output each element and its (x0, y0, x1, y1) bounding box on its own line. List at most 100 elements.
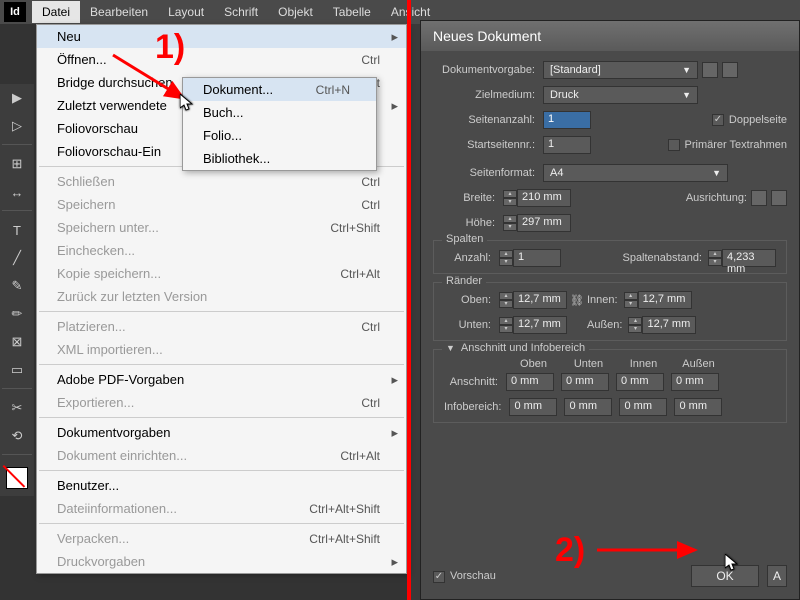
menu-doc-presets[interactable]: Dokumentvorgaben (37, 421, 406, 444)
disclosure-icon[interactable]: ▼ (446, 343, 455, 353)
slug-in[interactable]: 0 mm (619, 398, 667, 416)
frame-tool-icon[interactable]: ⊠ (2, 330, 32, 354)
menu-sep (39, 523, 404, 524)
tools-panel: ▶ ▷ ⊞ ↔ T ╱ ✎ ✏ ⊠ ▭ ✂ ⟲ (0, 84, 34, 496)
tool-separator (2, 144, 32, 146)
menu-neu[interactable]: Neu (37, 25, 406, 48)
bleed-legend: ▼Anschnitt und Infobereich (442, 342, 589, 354)
link-margins-icon[interactable]: ⛓ (567, 294, 587, 307)
menu-user[interactable]: Benutzer... (37, 474, 406, 497)
page-tool-icon[interactable]: ⊞ (2, 152, 32, 176)
bleed-top[interactable]: 0 mm (506, 373, 554, 391)
pages-input[interactable]: 1 (543, 111, 591, 129)
intent-select[interactable]: Druck▼ (543, 86, 698, 104)
submenu-buch[interactable]: Buch... (183, 101, 376, 124)
margin-inside-input[interactable]: ▴▾12,7 mm (624, 291, 692, 309)
bleed-out[interactable]: 0 mm (671, 373, 719, 391)
preview-checkbox[interactable]: ✓ (433, 571, 445, 583)
menu-package[interactable]: Verpacken...Ctrl+Alt+Shift (37, 527, 406, 550)
gap-tool-icon[interactable]: ↔ (2, 180, 32, 204)
colcount-label: Anzahl: (444, 252, 499, 264)
tool-separator (2, 454, 32, 456)
menu-layout[interactable]: Layout (158, 1, 214, 23)
menu-bearbeiten[interactable]: Bearbeiten (80, 1, 158, 23)
menu-tabelle[interactable]: Tabelle (323, 1, 381, 23)
annotation-1-label: 1) (155, 28, 185, 67)
primary-textframe-checkbox[interactable] (668, 139, 680, 151)
rectangle-tool-icon[interactable]: ▭ (2, 358, 32, 382)
width-label: Breite: (433, 192, 503, 204)
slug-bottom[interactable]: 0 mm (564, 398, 612, 416)
orient-label: Ausrichtung: (686, 192, 747, 204)
slug-out[interactable]: 0 mm (674, 398, 722, 416)
bleed-bottom[interactable]: 0 mm (561, 373, 609, 391)
dialog-title: Neues Dokument (421, 21, 799, 51)
hdr-in: Innen (616, 358, 671, 370)
height-label: Höhe: (433, 217, 503, 229)
menu-checkin[interactable]: Einchecken... (37, 239, 406, 262)
colcount-input[interactable]: ▴▾1 (499, 249, 561, 267)
bleed-in[interactable]: 0 mm (616, 373, 664, 391)
hdr-out: Außen (671, 358, 726, 370)
tool-separator (2, 388, 32, 390)
menu-objekt[interactable]: Objekt (268, 1, 323, 23)
tool-separator (2, 210, 32, 212)
menu-fileinfo[interactable]: Dateiinformationen...Ctrl+Alt+Shift (37, 497, 406, 520)
menu-savecopy[interactable]: Kopie speichern...Ctrl+Alt (37, 262, 406, 285)
line-tool-icon[interactable]: ╱ (2, 246, 32, 270)
height-input[interactable]: ▴▾297 mm (503, 214, 571, 232)
menu-doc-setup[interactable]: Dokument einrichten...Ctrl+Alt (37, 444, 406, 467)
fill-stroke-swatch[interactable] (2, 462, 32, 494)
margin-top-input[interactable]: ▴▾12,7 mm (499, 291, 567, 309)
portrait-icon[interactable] (751, 190, 767, 206)
landscape-icon[interactable] (771, 190, 787, 206)
startpage-input[interactable]: 1 (543, 136, 591, 154)
menu-revert[interactable]: Zurück zur letzten Version (37, 285, 406, 308)
facing-checkbox[interactable]: ✓ (712, 114, 724, 126)
menu-close[interactable]: SchließenCtrl (37, 170, 406, 193)
menu-datei[interactable]: Datei (32, 1, 80, 23)
bleed-slug-group: ▼Anschnitt und Infobereich Oben Unten In… (433, 349, 787, 423)
cursor-icon (180, 94, 194, 112)
menu-export[interactable]: Exportieren...Ctrl (37, 391, 406, 414)
pen-tool-icon[interactable]: ✎ (2, 274, 32, 298)
pencil-tool-icon[interactable]: ✏ (2, 302, 32, 326)
scissors-tool-icon[interactable]: ✂ (2, 396, 32, 420)
menu-save[interactable]: SpeichernCtrl (37, 193, 406, 216)
width-input[interactable]: ▴▾210 mm (503, 189, 571, 207)
type-tool-icon[interactable]: T (2, 218, 32, 242)
margin-outside-input[interactable]: ▴▾12,7 mm (628, 316, 696, 334)
menu-schrift[interactable]: Schrift (214, 1, 268, 23)
direct-select-tool-icon[interactable]: ▷ (2, 114, 32, 138)
slug-label: Infobereich: (444, 401, 509, 413)
pagesize-select[interactable]: A4▼ (543, 164, 728, 182)
cancel-button[interactable]: A (767, 565, 787, 587)
preset-select[interactable]: [Standard]▼ (543, 61, 698, 79)
menu-pdf-presets[interactable]: Adobe PDF-Vorgaben (37, 368, 406, 391)
margin-bottom-input[interactable]: ▴▾12,7 mm (499, 316, 567, 334)
submenu-dokument[interactable]: Dokument...Ctrl+N (183, 78, 376, 101)
menu-import-xml[interactable]: XML importieren... (37, 338, 406, 361)
facing-label: Doppelseite (729, 114, 787, 126)
submenu-folio[interactable]: Folio... (183, 124, 376, 147)
menu-place[interactable]: Platzieren...Ctrl (37, 315, 406, 338)
delete-preset-icon[interactable] (722, 62, 738, 78)
neu-submenu: Dokument...Ctrl+N Buch... Folio... Bibli… (182, 77, 377, 171)
save-preset-icon[interactable] (702, 62, 718, 78)
menu-sep (39, 311, 404, 312)
menu-sep (39, 417, 404, 418)
selection-tool-icon[interactable]: ▶ (2, 86, 32, 110)
gutter-input[interactable]: ▴▾4,233 mm (708, 249, 776, 267)
margins-group: Ränder Oben: ▴▾12,7 mm ⛓ Innen: ▴▾12,7 m… (433, 282, 787, 341)
menu-print-presets[interactable]: Druckvorgaben (37, 550, 406, 573)
margin-inside-label: Innen: (587, 294, 618, 306)
pages-label: Seitenanzahl: (433, 114, 543, 126)
startpage-label: Startseitennr.: (433, 139, 543, 151)
submenu-bibliothek[interactable]: Bibliothek... (183, 147, 376, 170)
menu-saveas[interactable]: Speichern unter...Ctrl+Shift (37, 216, 406, 239)
app-icon: Id (4, 2, 26, 22)
preset-label: Dokumentvorgabe: (433, 64, 543, 76)
transform-tool-icon[interactable]: ⟲ (2, 424, 32, 448)
menu-open[interactable]: Öffnen...Ctrl (37, 48, 406, 71)
slug-top[interactable]: 0 mm (509, 398, 557, 416)
